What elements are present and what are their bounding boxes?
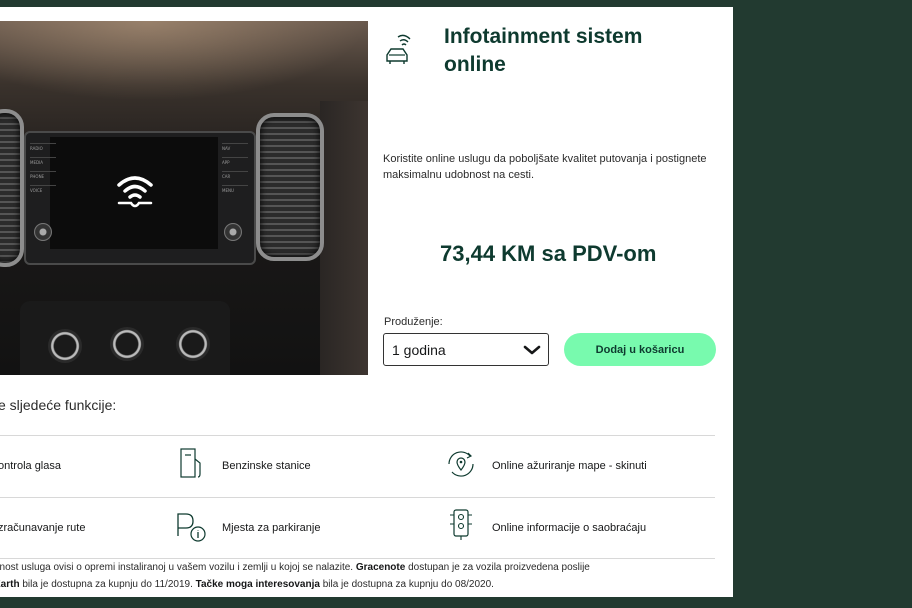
volume-knob <box>34 223 52 241</box>
feature-voice-control: ontrola glasa <box>0 460 61 472</box>
screen-button-app: APP <box>222 157 248 168</box>
screen-button-car: CAR <box>222 171 248 182</box>
screen-button-phone: PHONE <box>30 171 56 182</box>
feature-traffic-info: Online informacije o saobraćaju <box>492 522 647 534</box>
map-update-icon <box>448 451 474 477</box>
parking-icon <box>177 513 206 542</box>
feature-map-update: Online ažuriranje mape - skinuti <box>492 460 647 472</box>
extension-select[interactable]: 1 godina <box>383 333 549 366</box>
extension-label: Produženje: <box>384 316 443 328</box>
wifi-icon <box>117 176 153 208</box>
screen-button-radio: RADIO <box>30 143 56 154</box>
screen-button-voice: VOICE <box>30 185 56 196</box>
footnote-gracenote: Gracenote <box>355 562 406 573</box>
footnote-line-2-suffix: bila je dostupna za kupnju do 08/2020. <box>319 579 494 590</box>
climate-knob-left <box>48 329 82 363</box>
image-glow <box>0 21 368 101</box>
screen-button-menu: MENU <box>222 185 248 196</box>
features-heading: e sljedeće funkcije: <box>0 397 117 413</box>
add-to-cart-button[interactable]: Dodaj u košaricu <box>564 333 716 366</box>
traffic-light-icon <box>450 509 472 540</box>
feature-gas-stations: Benzinske stanice <box>222 460 311 472</box>
screen-button-nav: NAV <box>222 143 248 154</box>
product-title: Infotainment sistem online <box>444 25 643 76</box>
fuel-pump-icon <box>180 448 201 478</box>
footnote-line-2: Earth bila je dostupna za kupnju do 11/2… <box>0 576 494 594</box>
climate-knob-center <box>110 327 144 361</box>
feature-route-calculation: zračunavanje rute <box>0 522 86 534</box>
image-dashboard-edge <box>320 101 368 375</box>
footnote-line-1-text: pnost usluga ovisi o opremi instaliranoj… <box>0 562 356 573</box>
features-divider-top <box>0 435 715 436</box>
product-panel: RADIO MEDIA PHONE VOICE NAV APP CAR MENU… <box>0 7 733 597</box>
left-air-vent <box>0 109 24 267</box>
extension-selected-value: 1 godina <box>392 342 446 358</box>
footnote-line-2-text: bila je dostupna za kupnju do 11/2019. <box>19 579 196 590</box>
feature-parking-spots: Mjesta za parkiranje <box>222 522 321 534</box>
screen-button-media: MEDIA <box>30 157 56 168</box>
product-price: 73,44 KM sa PDV-om <box>440 241 657 266</box>
right-air-vent <box>256 113 324 261</box>
features-divider-middle <box>0 497 715 498</box>
climate-knob-right <box>176 327 210 361</box>
tune-knob <box>224 223 242 241</box>
product-image: RADIO MEDIA PHONE VOICE NAV APP CAR MENU <box>0 21 368 375</box>
footnote-points-of-interest: Tačke moga interesovanja <box>195 579 320 590</box>
footnote-earth: Earth <box>0 579 20 590</box>
chevron-down-icon <box>523 345 541 355</box>
product-description: Koristite online uslugu da poboljšate kv… <box>383 153 707 181</box>
footnote-line-1-suffix: dostupan je za vozila proizvedena poslij… <box>405 562 590 573</box>
car-wifi-icon <box>386 34 411 64</box>
footnote-line-1: pnost usluga ovisi o opremi instaliranoj… <box>0 559 590 577</box>
